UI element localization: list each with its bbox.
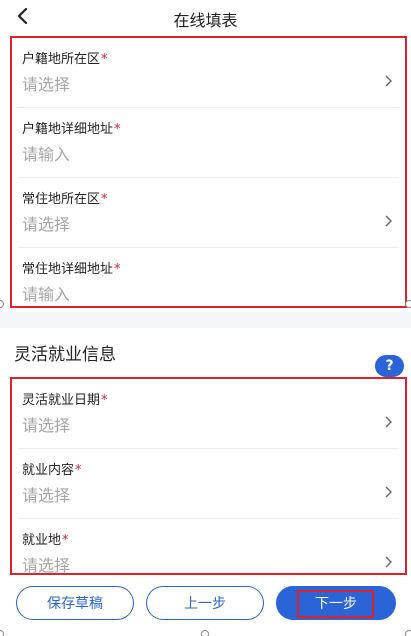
field-label: 常住地详细地址* (22, 262, 121, 277)
section-title: 灵活就业信息 (14, 345, 116, 365)
edge-handle (201, 630, 209, 636)
select-placeholder: 请选择 (22, 416, 71, 435)
save-draft-button[interactable]: 保存草稿 (16, 586, 134, 620)
address-form-section: 户籍地所在区* 请选择 户籍地详细地址* 请输入 常住地所在区* 请选择 常住地… (10, 36, 407, 308)
field-label: 常住地所在区* (22, 192, 108, 207)
edge-handle (405, 630, 411, 636)
required-mark: * (114, 262, 121, 277)
chevron-right-icon (385, 416, 392, 428)
select-placeholder: 请选择 (22, 556, 71, 575)
input-placeholder: 请输入 (22, 145, 71, 164)
field-employment-content[interactable]: 就业内容* 请选择 (18, 449, 399, 519)
next-step-button[interactable]: 下一步 (276, 586, 396, 620)
select-placeholder: 请选择 (22, 486, 71, 505)
field-employment-place[interactable]: 就业地* 请选择 (18, 519, 399, 589)
field-label: 就业内容* (22, 463, 82, 478)
top-bar: 在线填表 (0, 0, 411, 34)
input-placeholder: 请输入 (22, 285, 71, 304)
field-huji-address[interactable]: 户籍地详细地址* 请输入 (18, 108, 399, 178)
chevron-right-icon (385, 75, 392, 87)
employment-form-section: 灵活就业日期* 请选择 就业内容* 请选择 就业地* 请选择 (10, 377, 407, 575)
edge-handle (0, 630, 4, 636)
field-huji-district[interactable]: 户籍地所在区* 请选择 (18, 38, 399, 108)
field-residence-district[interactable]: 常住地所在区* 请选择 (18, 178, 399, 248)
required-mark: * (75, 463, 82, 478)
page-title: 在线填表 (173, 11, 238, 30)
section-gap (0, 328, 411, 330)
select-placeholder: 请选择 (22, 215, 71, 234)
field-label: 就业地* (22, 533, 69, 548)
chevron-right-icon (385, 556, 392, 568)
field-employment-date[interactable]: 灵活就业日期* 请选择 (18, 379, 399, 449)
required-mark: * (101, 393, 108, 408)
previous-step-button[interactable]: 上一步 (146, 586, 264, 620)
field-label: 灵活就业日期* (22, 393, 108, 408)
required-mark: * (101, 52, 108, 67)
bottom-action-bar: 保存草稿 上一步 下一步 (0, 580, 411, 636)
help-button[interactable]: ? (375, 355, 404, 377)
field-label: 户籍地所在区* (22, 52, 108, 67)
edge-handle (0, 300, 4, 308)
select-placeholder: 请选择 (22, 75, 71, 94)
field-residence-address[interactable]: 常住地详细地址* 请输入 (18, 248, 399, 318)
section-divider (0, 312, 411, 328)
edge-handle (405, 300, 411, 308)
help-icon: ? (385, 358, 394, 374)
chevron-right-icon (385, 486, 392, 498)
required-mark: * (101, 192, 108, 207)
required-mark: * (62, 533, 69, 548)
chevron-right-icon (385, 215, 392, 227)
field-label: 户籍地详细地址* (22, 122, 121, 137)
required-mark: * (114, 122, 121, 137)
